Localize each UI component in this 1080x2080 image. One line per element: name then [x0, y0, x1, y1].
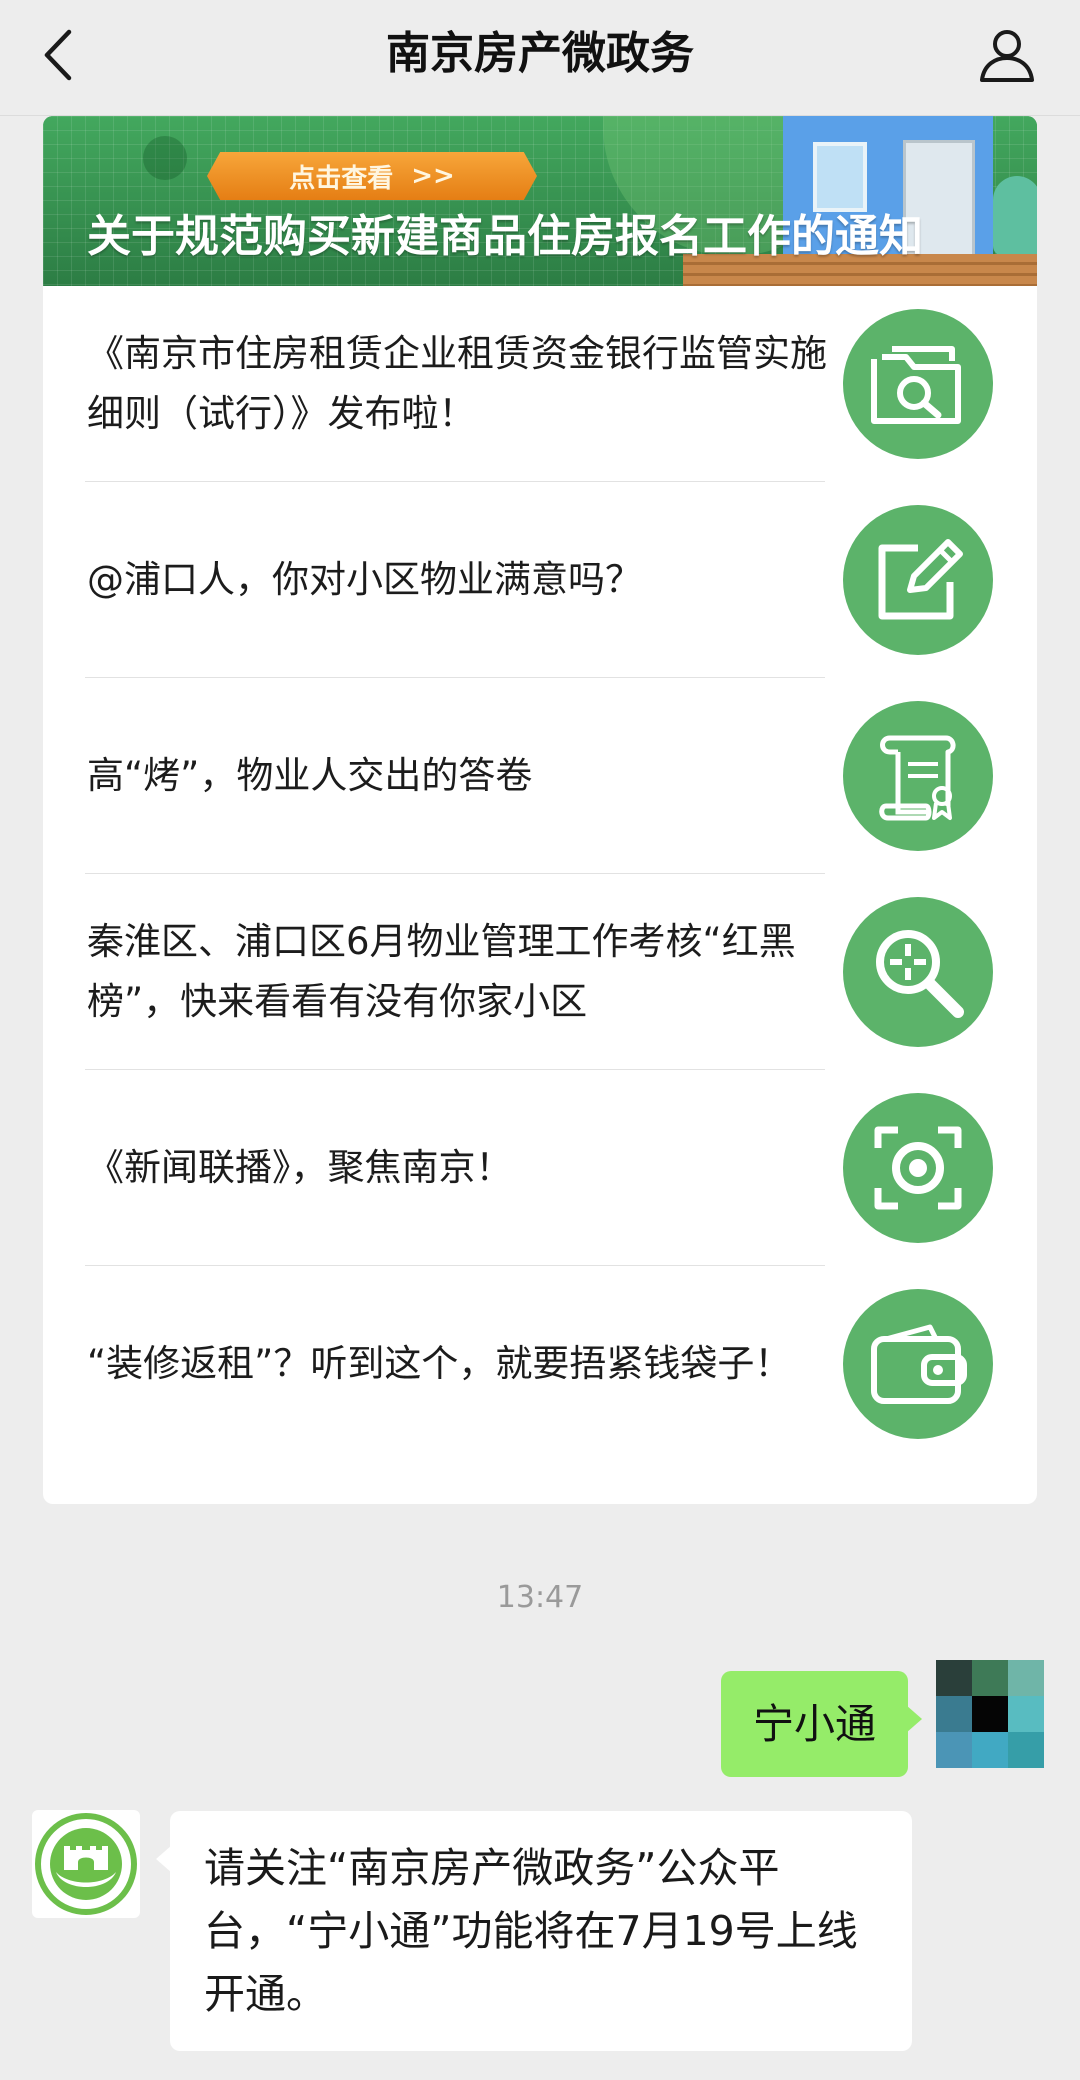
- article-title: 秦淮区、浦口区6月物业管理工作考核“红黑榜”，快来看看有没有你家小区: [87, 920, 796, 1023]
- list-item[interactable]: 《南京市住房租赁企业租赁资金银行监管实施细则（试行）》发布啦！: [43, 286, 1037, 482]
- avatar-tile: [936, 1732, 972, 1768]
- chevron-left-icon: [44, 29, 72, 81]
- avatar-tile: [1008, 1732, 1044, 1768]
- certificate-scroll-icon: [879, 735, 956, 821]
- article-card: 点击查看 >> 关于规范购买新建商品住房报名工作的通知 《南京市住房租赁企业租赁…: [43, 116, 1037, 1504]
- article-title: “装修返租”？听到这个，就要捂紧钱袋子！: [87, 1342, 792, 1385]
- list-item[interactable]: 高“烤”，物业人交出的答卷: [43, 678, 1037, 874]
- folder-search-icon: [871, 346, 961, 424]
- official-account-avatar[interactable]: [32, 1810, 140, 1918]
- page-title: 南京房产微政务: [386, 28, 694, 79]
- banner-view-label: 点击查看: [289, 163, 394, 194]
- article-thumbnail: [843, 505, 993, 655]
- avatar-tile: [936, 1660, 972, 1696]
- incoming-message-bubble[interactable]: 请关注“南京房产微政务”公众平台，“宁小通”功能将在7月19号上线开通。: [156, 1811, 912, 2051]
- avatar-tile: [1008, 1696, 1044, 1732]
- article-list: 《南京市住房租赁企业租赁资金银行监管实施细则（试行）》发布啦！ @浦口人，你对小…: [43, 286, 1037, 1462]
- banner-view-button[interactable]: 点击查看 >>: [207, 152, 537, 200]
- wallet-icon: [871, 1324, 967, 1404]
- list-item[interactable]: 秦淮区、浦口区6月物业管理工作考核“红黑榜”，快来看看有没有你家小区: [43, 874, 1037, 1070]
- article-thumbnail: [843, 309, 993, 459]
- avatar-tile: [972, 1696, 1008, 1732]
- article-title: @浦口人，你对小区物业满意吗？: [87, 558, 642, 601]
- article-thumbnail: [843, 701, 993, 851]
- gate-logo-icon: [35, 1813, 137, 1915]
- top-bar: 南京房产微政务: [0, 0, 1080, 116]
- banner-headline: 关于规范购买新建商品住房报名工作的通知: [87, 211, 923, 262]
- magnifier-target-icon: [876, 930, 964, 1018]
- article-title: 高“烤”，物业人交出的答卷: [87, 754, 533, 797]
- profile-button[interactable]: [974, 22, 1040, 88]
- outgoing-message-bubble[interactable]: 宁小通: [721, 1671, 922, 1777]
- article-title: 《新闻联播》，聚焦南京！: [87, 1146, 513, 1189]
- list-item[interactable]: 《新闻联播》，聚焦南京！: [43, 1070, 1037, 1266]
- avatar-tile: [972, 1660, 1008, 1696]
- article-title: 《南京市住房租赁企业租赁资金银行监管实施细则（试行）》发布啦！: [87, 332, 827, 435]
- list-item[interactable]: “装修返租”？听到这个，就要捂紧钱袋子！: [43, 1266, 1037, 1462]
- avatar-tile: [936, 1696, 972, 1732]
- camera-scan-icon: [874, 1126, 962, 1210]
- back-button[interactable]: [30, 22, 86, 88]
- avatar-tile: [1008, 1660, 1044, 1696]
- banner-view-arrows: >>: [411, 161, 455, 191]
- banner-article[interactable]: 点击查看 >> 关于规范购买新建商品住房报名工作的通知: [43, 116, 1037, 286]
- banner-decoration: [143, 136, 187, 180]
- user-icon: [980, 30, 1034, 82]
- avatar[interactable]: [936, 1660, 1044, 1768]
- chat-timestamp: 13:47: [496, 1580, 584, 1615]
- avatar-tile: [972, 1732, 1008, 1768]
- list-item[interactable]: @浦口人，你对小区物业满意吗？: [43, 482, 1037, 678]
- edit-icon: [878, 539, 963, 620]
- article-thumbnail: [843, 1093, 993, 1243]
- article-thumbnail: [843, 897, 993, 1047]
- article-thumbnail: [843, 1289, 993, 1439]
